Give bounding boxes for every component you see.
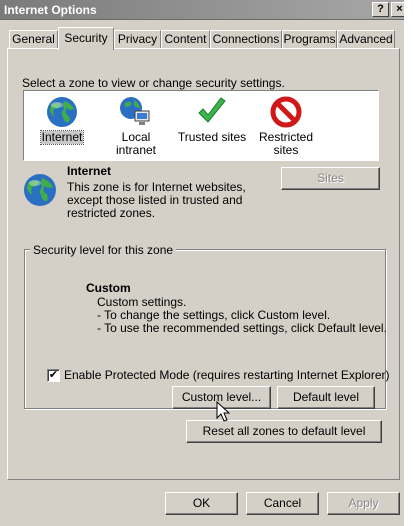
globe-icon bbox=[47, 97, 77, 127]
tab-connections[interactable]: Connections bbox=[210, 30, 282, 49]
zone-local-intranet[interactable]: Local intranet bbox=[100, 95, 172, 157]
protected-mode-label: Enable Protected Mode (requires restarti… bbox=[64, 368, 390, 382]
security-level-title: Security level for this zone bbox=[30, 243, 177, 257]
level-line: - To use the recommended settings, click… bbox=[97, 321, 387, 335]
tab-advanced[interactable]: Advanced bbox=[337, 30, 395, 49]
checkmark-icon bbox=[198, 97, 226, 123]
tab-programs[interactable]: Programs bbox=[282, 30, 337, 49]
protected-mode-checkbox[interactable]: ✔ bbox=[47, 369, 60, 382]
tab-content[interactable]: Content bbox=[161, 30, 210, 49]
zone-list: Internet Local intranet Trusted sites Re… bbox=[23, 90, 379, 161]
zone-label-internet: Internet bbox=[39, 130, 85, 145]
tab-security[interactable]: Security bbox=[58, 27, 114, 50]
zone-info-description: This zone is for Internet websites, exce… bbox=[67, 180, 246, 220]
tab-privacy[interactable]: Privacy bbox=[114, 30, 161, 49]
zone-info-title: Internet bbox=[67, 164, 112, 178]
default-level-button[interactable]: Default level bbox=[277, 386, 375, 409]
sites-button[interactable]: Sites bbox=[281, 167, 380, 190]
zone-instruction: Select a zone to view or change security… bbox=[22, 76, 285, 90]
ok-button[interactable]: OK bbox=[165, 492, 238, 515]
zone-label-local-intranet: Local intranet bbox=[115, 130, 157, 157]
window-title: Internet Options bbox=[4, 3, 97, 17]
restricted-icon bbox=[270, 96, 302, 128]
zone-label-trusted-sites: Trusted sites bbox=[177, 130, 247, 144]
cancel-button[interactable]: Cancel bbox=[246, 492, 319, 515]
help-button[interactable]: ? bbox=[372, 2, 389, 17]
intranet-icon bbox=[120, 97, 150, 125]
title-bar: Internet Options ? × bbox=[0, 0, 413, 20]
tab-general[interactable]: General bbox=[9, 30, 58, 49]
security-level-name: Custom bbox=[86, 281, 131, 295]
zone-internet[interactable]: Internet bbox=[26, 95, 98, 145]
zone-label-restricted-sites: Restricted sites bbox=[258, 130, 314, 157]
zone-restricted-sites[interactable]: Restricted sites bbox=[250, 95, 322, 157]
internet-zone-globe-icon bbox=[24, 174, 56, 206]
security-level-description: Custom settings. - To change the setting… bbox=[97, 296, 387, 335]
mouse-cursor-icon bbox=[216, 401, 230, 422]
reset-all-zones-button[interactable]: Reset all zones to default level bbox=[186, 420, 382, 443]
background-window-edge bbox=[404, 0, 413, 526]
apply-button[interactable]: Apply bbox=[327, 492, 400, 515]
zone-trusted-sites[interactable]: Trusted sites bbox=[176, 95, 248, 144]
